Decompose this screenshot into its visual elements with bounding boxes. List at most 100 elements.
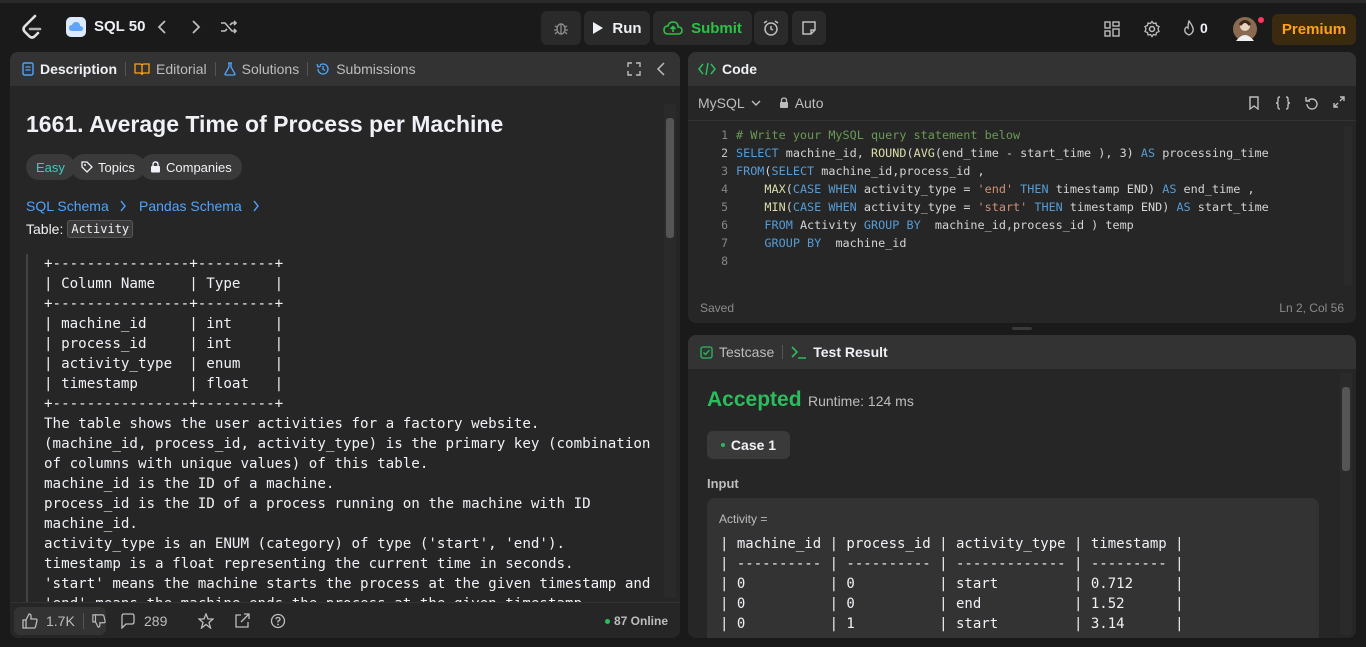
input-row: | 0 | 0 | end | 1.52 | [720,596,1184,612]
premium-button[interactable]: Premium [1272,14,1356,45]
tab-testcase[interactable]: Testcase [688,335,782,369]
submit-label: Submit [691,19,742,37]
tab-submissions[interactable]: Submissions [308,52,423,86]
code-line: FROM Activity GROUP BY machine_id,proces… [764,218,1134,232]
description-tabs: Description Editorial Solutions Submissi… [10,52,680,86]
line-number: 1 [721,128,728,142]
sql-schema-label: SQL Schema [26,198,109,214]
fullscreen-icon[interactable] [627,62,641,76]
next-question-icon[interactable] [186,17,206,37]
favorite-star-icon[interactable] [198,613,214,629]
pandas-schema-link[interactable]: Pandas Schema [139,198,260,214]
notes-button[interactable] [792,11,826,45]
description-scrollbar[interactable] [664,104,676,598]
result-scrollbar[interactable] [1340,373,1352,635]
tab-test-result[interactable]: Test Result [783,335,895,369]
scrollbar-thumb[interactable] [1342,387,1350,471]
code-line: MAX(CASE WHEN activity_type = 'end' THEN… [764,182,1255,196]
line-numbers: 1 2 3 4 5 6 7 8 [688,126,728,270]
collapse-panel-icon[interactable] [656,62,666,76]
case-1-tab[interactable]: Case 1 [707,431,790,459]
reset-code-icon[interactable] [1305,96,1319,110]
like-divider [82,613,84,629]
bookmark-icon[interactable] [1248,96,1260,110]
tab-code[interactable]: Code [688,52,765,86]
code-line: MIN(CASE WHEN activity_type = 'start' TH… [764,200,1269,214]
study-plan-icon[interactable] [66,17,86,37]
body-line: +----------------+---------+ [44,256,284,272]
line-number: 3 [721,164,728,178]
streak-counter[interactable]: 0 [1182,20,1208,36]
history-icon [316,63,329,75]
case-label: Case 1 [730,437,777,453]
input-box: Activity = | machine_id | process_id | a… [707,498,1319,638]
description-panel: Description Editorial Solutions Submissi… [10,52,680,638]
thumbs-up-icon [22,613,38,629]
companies-chip[interactable]: Companies [140,154,242,180]
schema-block: +----------------+---------+ | Column Na… [26,254,666,602]
top-bar: SQL 50 Run Submit 0 Premium [0,0,1366,52]
save-status: Saved [700,301,735,315]
code-editor[interactable]: # Write your MySQL query statement below… [736,126,1269,270]
avatar[interactable] [1233,17,1257,41]
tab-editorial-label: Editorial [156,61,207,77]
study-plan-title[interactable]: SQL 50 [94,18,145,35]
language-select[interactable]: MySQL [698,95,761,111]
online-dot [605,618,610,624]
like-button[interactable]: 1.7K [14,607,106,635]
prev-question-icon[interactable] [152,17,172,37]
line-number: 6 [721,218,728,232]
table-label: Table: Activity [26,220,134,238]
input-row: | ---------- | ---------- | ------------… [720,556,1184,572]
body-line: process_id is the ID of a process runnin… [44,496,591,512]
debug-button[interactable] [541,11,581,45]
body-line: | machine_id | int | [44,316,284,332]
language-label: MySQL [698,95,745,111]
cloud-upload-icon [663,21,683,35]
scrollbar-thumb[interactable] [666,118,674,238]
editor-toolbar: MySQL Auto [688,86,1356,120]
share-icon[interactable] [234,613,250,629]
run-button[interactable]: Run [584,11,650,45]
timer-button[interactable] [754,11,788,45]
play-icon [593,22,604,34]
mode-label: Auto [794,95,824,111]
editor-scrollbar[interactable] [1344,126,1352,286]
notification-dot [1258,17,1264,23]
help-icon[interactable] [270,613,286,629]
expand-icon[interactable] [1333,96,1345,108]
topics-chip[interactable]: Topics [71,154,145,180]
tab-description[interactable]: Description [10,52,125,86]
layout-grid-icon[interactable] [1102,19,1122,39]
chevron-down-icon [751,100,761,106]
topics-label: Topics [98,159,135,175]
run-label: Run [612,19,642,37]
comments-button[interactable]: 289 [120,613,167,629]
body-line: (machine_id, process_id, activity_type) … [44,436,651,452]
leetcode-logo-icon[interactable] [20,14,44,40]
panel-resize-handle[interactable] [1012,327,1032,330]
description-footer: 1.7K 289 87 Online [10,602,680,638]
test-result-label: Test Result [813,344,888,360]
submit-button[interactable]: Submit [653,11,752,45]
shuffle-icon[interactable] [219,17,239,37]
format-braces-icon[interactable] [1275,96,1291,110]
settings-gear-icon[interactable] [1142,19,1162,39]
fire-icon [1184,20,1194,36]
online-count: 87 Online [605,614,668,628]
tab-solutions[interactable]: Solutions [216,52,308,86]
result-panel: Testcase Test Result Accepted Runtime: 1… [688,335,1356,638]
description-body: 1661. Average Time of Process per Machin… [10,86,680,602]
body-line: | activity_type | enum | [44,356,284,372]
auto-mode[interactable]: Auto [779,95,824,111]
lock-icon [779,97,788,108]
difficulty-badge: Easy [26,154,75,180]
tab-editorial[interactable]: Editorial [126,52,215,86]
chevron-right-icon [120,200,126,212]
input-table: | machine_id | process_id | activity_typ… [720,534,1184,634]
checkbox-icon [700,345,713,359]
body-line: +----------------+---------+ [44,396,284,412]
comment-count: 289 [144,613,168,629]
code-header: Code [688,52,1356,86]
sql-schema-link[interactable]: SQL Schema [26,198,127,214]
